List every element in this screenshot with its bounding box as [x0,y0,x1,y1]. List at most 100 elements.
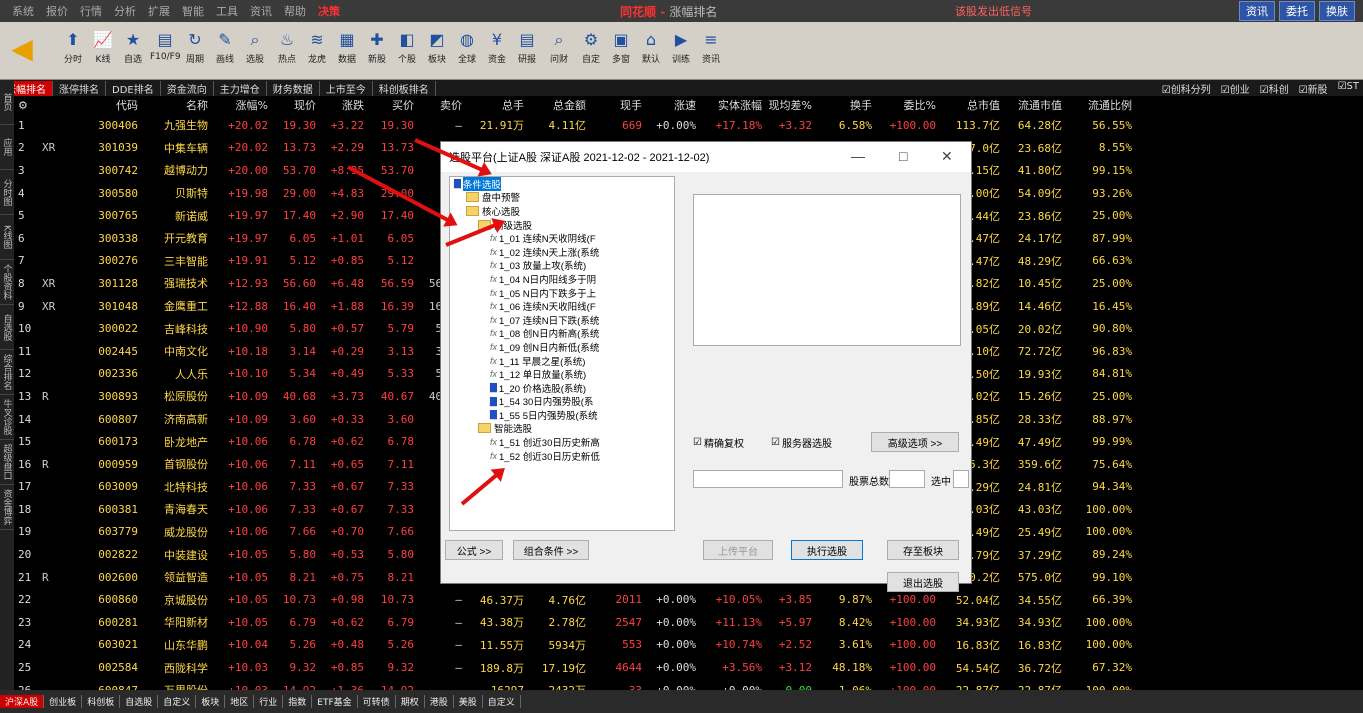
column-header[interactable]: 换手 [816,97,876,113]
column-header[interactable]: 涨速 [646,97,700,113]
tab-fund-flow[interactable]: 资金流向 [161,80,214,96]
market-tab[interactable]: 港股 [425,695,454,708]
column-header[interactable]: 流通市值 [1004,97,1066,113]
tab-main-increase[interactable]: 主力增仓 [214,80,267,96]
menu-quote[interactable]: 报价 [46,3,68,19]
toolbar-button-3[interactable]: ▤ F10/F9 [150,28,181,62]
toolbar-button-8[interactable]: ≋ 龙虎 [302,28,332,65]
settings-gear-icon[interactable]: ⚙ [14,99,42,112]
exact-rights-checkbox[interactable]: ☑ 精确复权 [693,435,744,450]
menu-news[interactable]: 资讯 [250,3,272,19]
combine-conditions-button[interactable]: 组合条件 >> [513,540,589,560]
column-header[interactable]: 实体涨幅 [700,97,766,113]
market-tab[interactable]: 沪深A股 [0,695,45,708]
maximize-icon[interactable]: □ [899,148,907,164]
tree-item[interactable]: 智能选股 [450,422,674,435]
tab-limit-up-ranking[interactable]: 涨停排名 [53,80,106,96]
tree-item[interactable]: fx 1_03 放量上攻(系统) [450,259,674,272]
tree-item[interactable]: fx 1_04 N日内阳线多于阴 [450,272,674,286]
tab-dde-ranking[interactable]: DDE排名 [106,80,161,96]
side-nav-item[interactable]: 分时图 [0,170,14,215]
tree-item[interactable]: ▇ 1_54 30日内强势股(系 [450,395,674,409]
market-tab[interactable]: 自定义 [158,695,197,708]
tree-item[interactable]: ▇ 1_20 价格选股(系统) [450,381,674,395]
option-new[interactable]: 新股 [1299,81,1328,96]
toolbar-button-15[interactable]: ▤ 研报 [512,28,542,65]
option-star[interactable]: 科创 [1260,81,1289,96]
tree-item[interactable]: fx 1_52 创近30日历史新低 [450,449,674,463]
tree-item[interactable]: 盘中预警 [450,191,674,204]
market-tab[interactable]: 科创板 [82,695,121,708]
toolbar-button-11[interactable]: ◧ 个股 [392,28,422,65]
column-header[interactable]: 总市值 [940,97,1004,113]
upload-platform-button[interactable]: 上传平台 [703,540,773,560]
tab-finance-data[interactable]: 财务数据 [267,80,320,96]
side-nav-item[interactable]: K线图 [0,215,14,260]
toolbar-button-1[interactable]: 📈 K线 [88,28,118,65]
option-split[interactable]: 创科分列 [1162,81,1211,96]
table-row[interactable]: 25 002584 西陇科学 +10.03 9.32 +0.85 9.32 — 189.8万 17… [14,656,1363,679]
column-header[interactable]: 委比% [876,97,940,113]
tree-item[interactable]: fx 1_02 连续N天上涨(系统 [450,245,674,259]
market-tab[interactable]: 期权 [396,695,425,708]
column-header[interactable]: 现手 [590,97,646,113]
column-header[interactable]: 代码 [72,97,142,113]
trade-button[interactable]: 委托 [1279,1,1315,21]
news-button[interactable]: 资讯 [1239,1,1275,21]
market-tab[interactable]: 自选股 [120,695,159,708]
side-nav-item[interactable]: 综合排名 [0,350,14,395]
toolbar-button-13[interactable]: ◍ 全球 [452,28,482,65]
server-select-checkbox[interactable]: ☑ 服务器选股 [771,435,832,450]
column-header[interactable]: 名称 [142,97,212,113]
toolbar-button-0[interactable]: ⬆ 分时 [58,28,88,65]
toolbar-button-2[interactable]: ★ 自选 [118,28,148,65]
toolbar-button-12[interactable]: ◩ 板块 [422,28,452,65]
table-row[interactable]: 23 600281 华阳新材 +10.05 6.79 +0.62 6.79 — 43.38万 2.… [14,611,1363,634]
market-tab[interactable]: 地区 [225,695,255,708]
promo-text[interactable]: 该股发出低信号 [955,3,1032,19]
toolbar-button-5[interactable]: ✎ 画线 [210,28,240,65]
market-tab[interactable]: 自定义 [483,695,521,708]
market-tab[interactable]: 板块 [196,695,226,708]
table-row[interactable]: 1 300406 九强生物 +20.02 19.30 +3.22 19.30 — 21.91万 4… [14,114,1363,137]
toolbar-button-6[interactable]: ⌕ 选股 [240,28,270,65]
tree-item[interactable]: 核心选股 [450,204,674,218]
toolbar-button-18[interactable]: ▣ 多窗 [606,28,636,65]
side-nav-item[interactable]: 首页 [0,80,14,125]
column-header[interactable]: 现均差% [766,97,816,113]
advanced-options-button[interactable]: 高级选项 >> [871,432,959,452]
column-header[interactable]: 卖价 [418,97,466,113]
side-nav-item[interactable]: 牛叉诊股 [0,395,14,440]
side-nav-item[interactable]: 自选股 [0,305,14,350]
tree-item[interactable]: fx 1_06 连续N天收阳线(F [450,299,674,313]
column-header[interactable]: 流通比例 [1066,97,1136,113]
tree-item[interactable]: fx 1_11 早晨之星(系统) [450,354,674,368]
condition-input[interactable] [693,470,843,488]
column-header[interactable]: 现价 [272,97,320,113]
tree-item[interactable]: fx 1_01 连续N天收阴线(F [450,231,674,245]
market-tab[interactable]: 美股 [454,695,483,708]
toolbar-button-4[interactable]: ↻ 周期 [180,28,210,65]
menu-decision[interactable]: 决策 [318,3,340,19]
execute-selection-button[interactable]: 执行选股 [791,540,863,560]
tab-star-ranking[interactable]: 科创板排名 [373,80,436,96]
toolbar-button-20[interactable]: ▶ 训练 [666,28,696,65]
minimize-icon[interactable]: — [851,148,865,164]
column-header[interactable]: 总金额 [528,97,590,113]
option-chinext[interactable]: 创业 [1221,81,1250,96]
tab-since-listing[interactable]: 上市至今 [320,80,373,96]
toolbar-button-21[interactable]: ≡ 资讯 [696,28,726,65]
menu-market[interactable]: 行情 [80,3,102,19]
menu-system[interactable]: 系统 [12,3,34,19]
menu-analysis[interactable]: 分析 [114,3,136,19]
toolbar-button-14[interactable]: ¥ 资金 [482,28,512,65]
close-icon[interactable]: ✕ [941,148,953,165]
column-header[interactable]: 买价 [368,97,418,113]
market-tab[interactable]: 行业 [254,695,284,708]
menu-help[interactable]: 帮助 [284,3,306,19]
side-nav-item[interactable]: 个股资料 [0,260,14,305]
market-tab[interactable]: ETF基金 [312,695,358,708]
save-to-sector-button[interactable]: 存至板块 [887,540,959,560]
tree-item[interactable]: fx 1_12 单日放量(系统) [450,367,674,381]
toolbar-button-10[interactable]: ✚ 新股 [362,28,392,65]
